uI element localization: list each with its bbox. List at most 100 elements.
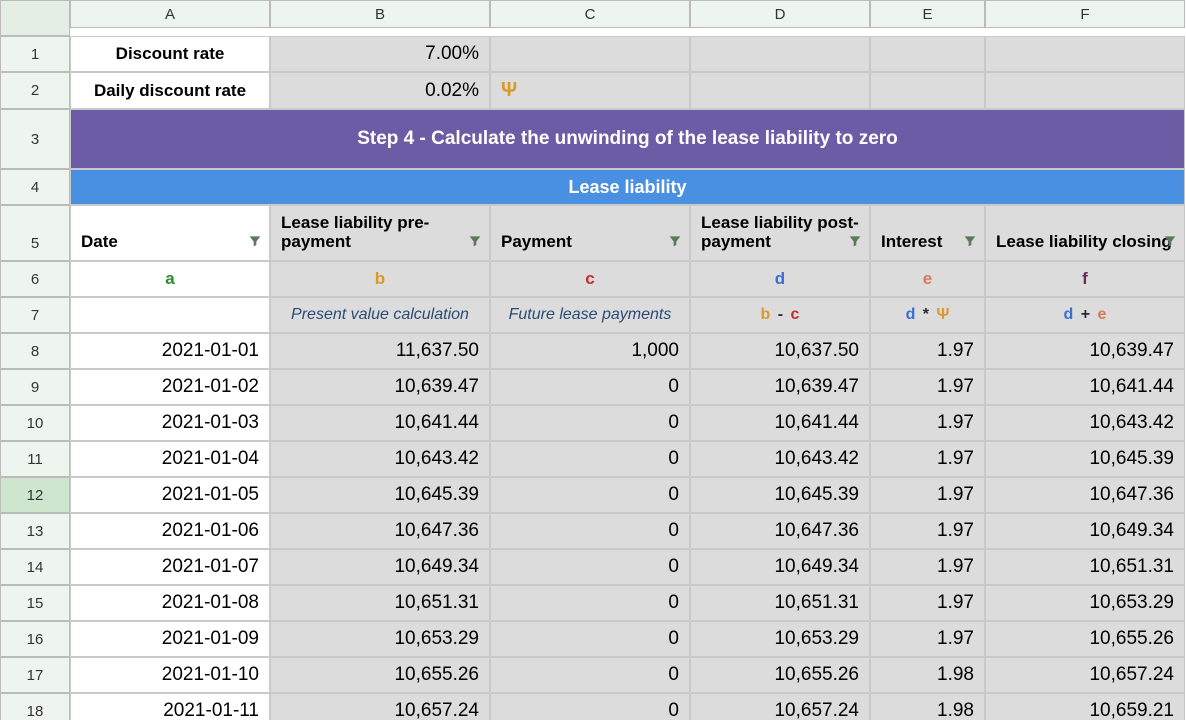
cell-F13[interactable]: 10,649.34 [985, 513, 1185, 549]
column-header-D[interactable]: Lease liability post-payment [690, 205, 870, 261]
cell-D12[interactable]: 10,645.39 [690, 477, 870, 513]
cell-E11[interactable]: 1.97 [870, 441, 985, 477]
column-header-A[interactable]: Date [70, 205, 270, 261]
col-header-F[interactable]: F [985, 0, 1185, 28]
row-header-18[interactable]: 18 [0, 693, 70, 720]
cell-A12[interactable]: 2021-01-05 [70, 477, 270, 513]
cell-B9[interactable]: 10,639.47 [270, 369, 490, 405]
cell-D18[interactable]: 10,657.24 [690, 693, 870, 720]
column-header-B[interactable]: Lease liability pre-payment [270, 205, 490, 261]
cell-B14[interactable]: 10,649.34 [270, 549, 490, 585]
cell-D15[interactable]: 10,651.31 [690, 585, 870, 621]
cell-D2[interactable] [690, 72, 870, 109]
filter-icon[interactable] [1162, 233, 1178, 254]
row-header-12[interactable]: 12 [0, 477, 70, 513]
cell-C18[interactable]: 0 [490, 693, 690, 720]
filter-icon[interactable] [962, 233, 978, 254]
cell-F17[interactable]: 10,657.24 [985, 657, 1185, 693]
cell-C8[interactable]: 1,000 [490, 333, 690, 369]
cell-D6[interactable]: d [690, 261, 870, 297]
cell-A1[interactable]: Discount rate [70, 36, 270, 72]
filter-icon[interactable] [467, 233, 483, 254]
row-header-15[interactable]: 15 [0, 585, 70, 621]
row-header-4[interactable]: 4 [0, 169, 70, 205]
cell-A14[interactable]: 2021-01-07 [70, 549, 270, 585]
row-header-10[interactable]: 10 [0, 405, 70, 441]
cell-A15[interactable]: 2021-01-08 [70, 585, 270, 621]
row-header-3[interactable]: 3 [0, 109, 70, 169]
cell-E14[interactable]: 1.97 [870, 549, 985, 585]
cell-B8[interactable]: 11,637.50 [270, 333, 490, 369]
cell-A18[interactable]: 2021-01-11 [70, 693, 270, 720]
row-header-11[interactable]: 11 [0, 441, 70, 477]
cell-B1[interactable]: 7.00% [270, 36, 490, 72]
col-header-E[interactable]: E [870, 0, 985, 28]
cell-B18[interactable]: 10,657.24 [270, 693, 490, 720]
cell-E1[interactable] [870, 36, 985, 72]
column-header-F[interactable]: Lease liability closing [985, 205, 1185, 261]
col-header-A[interactable]: A [70, 0, 270, 28]
cell-F10[interactable]: 10,643.42 [985, 405, 1185, 441]
cell-A10[interactable]: 2021-01-03 [70, 405, 270, 441]
cell-C17[interactable]: 0 [490, 657, 690, 693]
cell-A2[interactable]: Daily discount rate [70, 72, 270, 109]
row-header-1[interactable]: 1 [0, 36, 70, 72]
cell-D16[interactable]: 10,653.29 [690, 621, 870, 657]
cell-F1[interactable] [985, 36, 1185, 72]
cell-C6[interactable]: c [490, 261, 690, 297]
cell-B10[interactable]: 10,641.44 [270, 405, 490, 441]
cell-F7[interactable]: d + e [985, 297, 1185, 333]
cell-D10[interactable]: 10,641.44 [690, 405, 870, 441]
cell-C15[interactable]: 0 [490, 585, 690, 621]
cell-E6[interactable]: e [870, 261, 985, 297]
cell-B16[interactable]: 10,653.29 [270, 621, 490, 657]
row-header-2[interactable]: 2 [0, 72, 70, 109]
cell-B12[interactable]: 10,645.39 [270, 477, 490, 513]
cell-B15[interactable]: 10,651.31 [270, 585, 490, 621]
cell-E17[interactable]: 1.98 [870, 657, 985, 693]
cell-C11[interactable]: 0 [490, 441, 690, 477]
cell-E10[interactable]: 1.97 [870, 405, 985, 441]
cell-A7[interactable] [70, 297, 270, 333]
row-header-5[interactable]: 5 [0, 205, 70, 261]
column-header-E[interactable]: Interest [870, 205, 985, 261]
cell-F2[interactable] [985, 72, 1185, 109]
cell-F16[interactable]: 10,655.26 [985, 621, 1185, 657]
column-header-C[interactable]: Payment [490, 205, 690, 261]
row-header-9[interactable]: 9 [0, 369, 70, 405]
cell-E18[interactable]: 1.98 [870, 693, 985, 720]
col-header-C[interactable]: C [490, 0, 690, 28]
filter-icon[interactable] [667, 233, 683, 254]
cell-C13[interactable]: 0 [490, 513, 690, 549]
row-header-13[interactable]: 13 [0, 513, 70, 549]
cell-E15[interactable]: 1.97 [870, 585, 985, 621]
row-header-14[interactable]: 14 [0, 549, 70, 585]
row-header-17[interactable]: 17 [0, 657, 70, 693]
cell-F18[interactable]: 10,659.21 [985, 693, 1185, 720]
col-header-D[interactable]: D [690, 0, 870, 28]
cell-D17[interactable]: 10,655.26 [690, 657, 870, 693]
row-header-16[interactable]: 16 [0, 621, 70, 657]
filter-icon[interactable] [847, 233, 863, 254]
lease-liability-banner[interactable]: Lease liability [70, 169, 1185, 205]
cell-B13[interactable]: 10,647.36 [270, 513, 490, 549]
cell-A9[interactable]: 2021-01-02 [70, 369, 270, 405]
cell-D9[interactable]: 10,639.47 [690, 369, 870, 405]
cell-B6[interactable]: b [270, 261, 490, 297]
cell-D13[interactable]: 10,647.36 [690, 513, 870, 549]
cell-C16[interactable]: 0 [490, 621, 690, 657]
row-header-6[interactable]: 6 [0, 261, 70, 297]
cell-E9[interactable]: 1.97 [870, 369, 985, 405]
cell-A13[interactable]: 2021-01-06 [70, 513, 270, 549]
cell-F6[interactable]: f [985, 261, 1185, 297]
cell-C12[interactable]: 0 [490, 477, 690, 513]
cell-C9[interactable]: 0 [490, 369, 690, 405]
cell-E8[interactable]: 1.97 [870, 333, 985, 369]
cell-A11[interactable]: 2021-01-04 [70, 441, 270, 477]
cell-D7[interactable]: b - c [690, 297, 870, 333]
cell-F12[interactable]: 10,647.36 [985, 477, 1185, 513]
filter-icon[interactable] [247, 233, 263, 254]
cell-C2[interactable]: Ψ [490, 72, 690, 109]
cell-E7[interactable]: d * Ψ [870, 297, 985, 333]
select-all-corner[interactable] [0, 0, 70, 36]
